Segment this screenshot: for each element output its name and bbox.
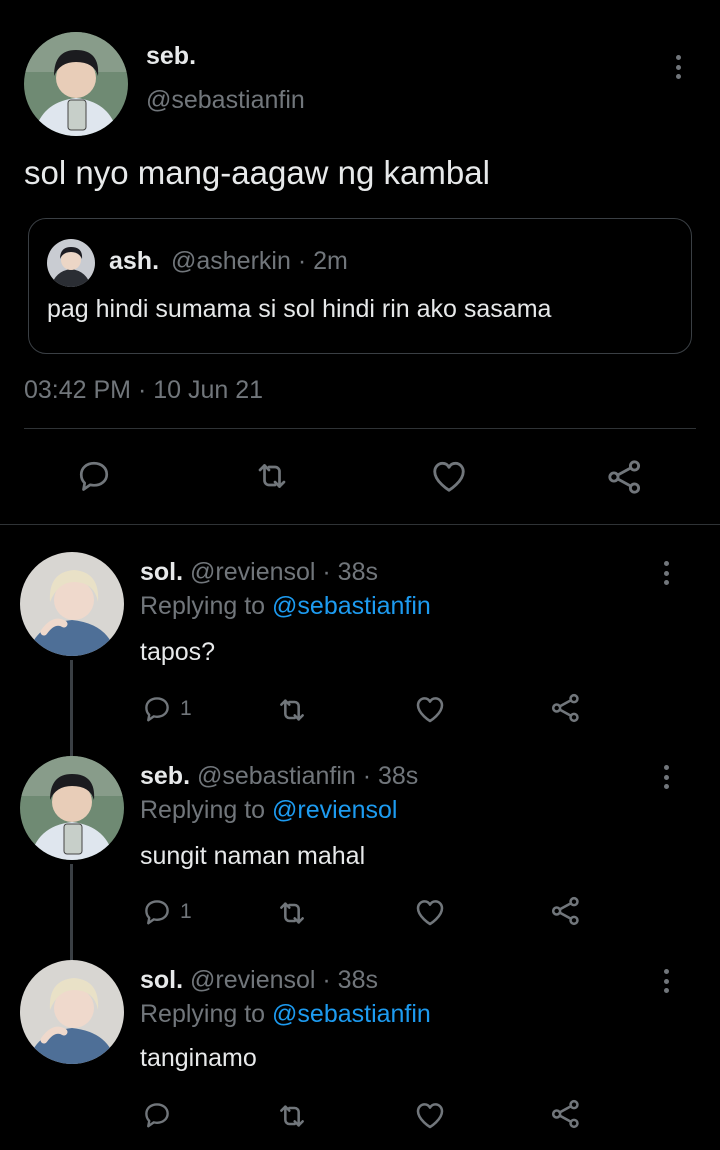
retweet-icon [280,699,304,721]
reply-count: 1 [180,900,192,923]
more-vertical-icon[interactable] [666,52,690,82]
tweet-timestamp: 03:42 PM · 10 Jun 21 [24,376,264,404]
heart-icon [433,461,465,492]
reply-author-meta: @sebastianfin · 38s [196,762,419,790]
reply-count: 1 [180,697,192,720]
replying-to-label: Replying to [140,592,266,620]
replying-to-handle[interactable]: @reviensol [272,796,397,824]
divider [0,524,720,525]
retweet-button[interactable] [276,694,308,726]
heart-icon [416,697,444,723]
reply-text: sungit naman mahal [140,842,366,870]
share-icon [608,460,641,494]
replying-to-handle[interactable]: @sebastianfin [272,1000,431,1028]
reply-author-name[interactable]: sol. [140,966,183,994]
reply-author-name[interactable]: sol. [140,558,183,586]
more-vertical-icon[interactable] [654,762,678,792]
main-author-name[interactable]: seb. [146,42,196,71]
main-tweet-text: sol nyo mang-aagaw ng kambal [24,154,490,191]
main-author-handle[interactable]: @sebastianfin [146,86,305,115]
retweet-button[interactable] [254,458,290,494]
retweet-icon [258,464,286,488]
heart-icon [416,1103,444,1129]
quoted-tweet-card[interactable]: ash. @asherkin · 2m pag hindi sumama si … [28,218,692,354]
reply-header: sol. @reviensol · 38s [140,558,378,587]
replying-to-label: Replying to [140,796,266,824]
quoted-tweet-text: pag hindi sumama si sol hindi rin ako sa… [47,295,552,323]
share-button[interactable] [550,895,582,927]
reply-author-meta: @reviensol · 38s [190,558,378,586]
main-avatar[interactable] [24,32,128,136]
thread-line [70,660,73,756]
retweet-icon [280,1105,304,1127]
quoted-avatar [47,239,95,287]
share-icon [551,1099,579,1129]
speech-bubble-icon [79,461,109,491]
retweet-button[interactable] [276,897,308,929]
retweet-button[interactable] [276,1100,308,1132]
reply-button[interactable] [142,1100,172,1130]
replying-to-line: Replying to @reviensol [140,796,397,825]
reply-author-meta: @reviensol · 38s [190,966,378,994]
speech-bubble-icon [145,900,169,925]
like-button[interactable] [414,694,446,724]
reply-text: tanginamo [140,1044,257,1072]
share-icon [551,693,579,723]
like-button[interactable] [430,458,468,494]
share-button[interactable] [606,458,644,496]
reply-author-name[interactable]: seb. [140,762,190,790]
reply-header: seb. @sebastianfin · 38s [140,762,418,791]
replying-to-label: Replying to [140,1000,266,1028]
reply-avatar[interactable] [20,756,124,860]
replying-to-line: Replying to @sebastianfin [140,592,431,621]
share-button[interactable] [550,1098,582,1130]
speech-bubble-icon [145,1103,169,1128]
reply-button[interactable] [76,458,112,494]
replying-to-line: Replying to @sebastianfin [140,1000,431,1029]
reply-header: sol. @reviensol · 38s [140,966,378,995]
more-vertical-icon[interactable] [654,966,678,996]
more-vertical-icon[interactable] [654,558,678,588]
reply-avatar[interactable] [20,960,124,1064]
reply-avatar[interactable] [20,552,124,656]
reply-text: tapos? [140,638,216,666]
quoted-author-meta: @asherkin · 2m [171,247,348,275]
reply-button[interactable]: 1 [142,694,192,724]
retweet-icon [280,902,304,924]
replying-to-handle[interactable]: @sebastianfin [272,592,431,620]
reply-button[interactable]: 1 [142,897,192,927]
like-button[interactable] [414,1100,446,1130]
quoted-author-name: ash. [109,247,160,275]
heart-icon [416,900,444,926]
divider [24,428,696,429]
speech-bubble-icon [145,697,169,722]
thread-line [70,864,73,960]
share-icon [551,896,579,926]
like-button[interactable] [414,897,446,927]
share-button[interactable] [550,692,582,724]
